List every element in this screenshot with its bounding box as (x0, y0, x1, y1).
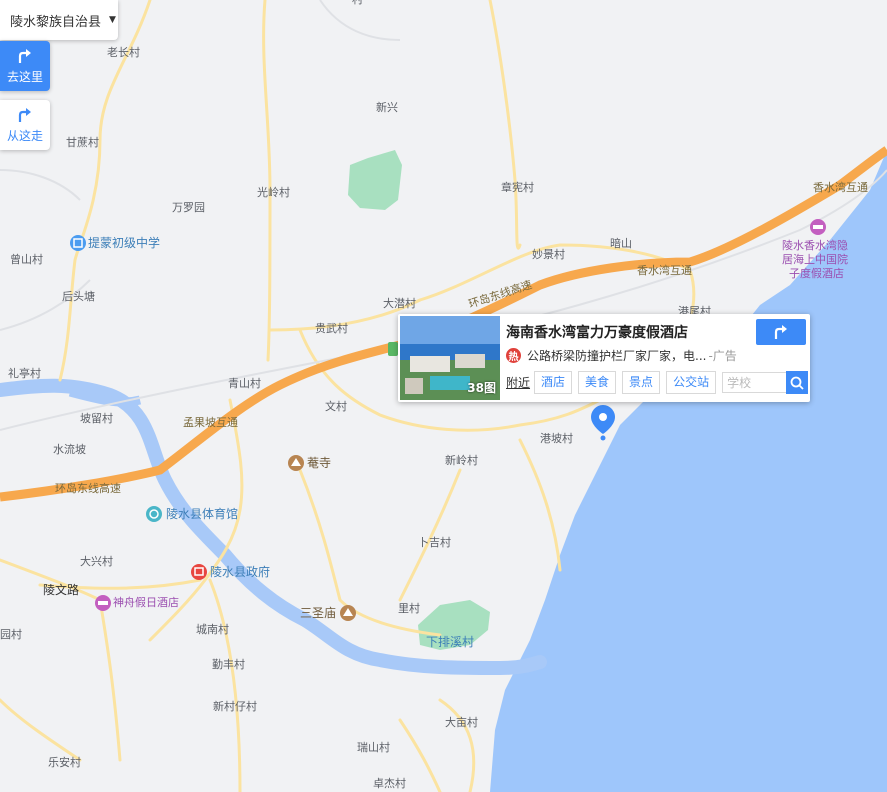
svg-text:曾山村: 曾山村 (10, 252, 43, 266)
svg-text:水流坡: 水流坡 (53, 442, 86, 456)
svg-text:乐安村: 乐安村 (48, 755, 81, 769)
svg-text:妙景村: 妙景村 (532, 247, 565, 261)
svg-text:章宪村: 章宪村 (501, 180, 534, 194)
svg-text:新岭村: 新岭村 (445, 453, 478, 467)
svg-text:子度假酒店: 子度假酒店 (789, 266, 844, 280)
chip-bus-stop[interactable]: 公交站 (666, 371, 717, 394)
go-here-button[interactable]: 去这里 (0, 41, 50, 91)
svg-text:园村: 园村 (0, 627, 22, 641)
svg-text:万罗园: 万罗园 (172, 201, 205, 214)
nearby-links: 附近 酒店 美食 景点 公交站 (506, 371, 809, 394)
temple-icon[interactable] (340, 605, 356, 621)
svg-text:神舟假日酒店: 神舟假日酒店 (113, 595, 179, 609)
svg-text:新村仔村: 新村仔村 (213, 699, 257, 713)
svg-text:后头塘: 后头塘 (62, 289, 95, 303)
route-turn-icon (18, 49, 31, 63)
svg-text:陵水香水湾隐: 陵水香水湾隐 (782, 238, 848, 252)
svg-text:大兴村: 大兴村 (80, 554, 113, 568)
place-info-popup: 38图 海南香水湾富力万豪度假酒店 热 公路桥梁防撞护栏厂家厂家，电... -广… (398, 314, 810, 402)
chip-food[interactable]: 美食 (578, 371, 617, 394)
svg-text:居海上中国院: 居海上中国院 (782, 252, 848, 266)
route-turn-icon (18, 108, 31, 122)
route-turn-icon (774, 325, 787, 339)
school-icon[interactable] (70, 235, 86, 251)
from-here-button[interactable]: 从这走 (0, 100, 50, 150)
svg-text:礼亭村: 礼亭村 (8, 366, 41, 380)
chip-hotel[interactable]: 酒店 (534, 371, 573, 394)
ad-text[interactable]: 公路桥梁防撞护栏厂家厂家，电... (527, 347, 706, 364)
svg-text:卜吉村: 卜吉村 (418, 535, 451, 549)
place-photo[interactable]: 38图 (400, 316, 500, 400)
svg-text:甘蔗村: 甘蔗村 (66, 135, 99, 149)
nearby-search-input[interactable] (722, 372, 787, 393)
svg-text:香水湾互通: 香水湾互通 (813, 180, 868, 194)
region-name: 陵水黎族自治县 (10, 14, 102, 30)
svg-text:香水湾互通: 香水湾互通 (637, 263, 692, 277)
hotel-icon[interactable] (810, 219, 826, 235)
svg-text:卓杰村: 卓杰村 (373, 776, 406, 790)
from-here-label: 从这走 (6, 129, 43, 143)
search-button[interactable] (786, 371, 809, 394)
svg-text:瑞山村: 瑞山村 (357, 740, 390, 754)
svg-text:菴寺: 菴寺 (307, 456, 331, 470)
place-title: 海南香水湾富力万豪度假酒店 (506, 325, 688, 341)
temple-icon[interactable] (288, 455, 304, 471)
svg-text:村: 村 (352, 0, 363, 6)
svg-text:环岛东线高速: 环岛东线高速 (55, 481, 121, 495)
ad-tag: -广告 (708, 349, 737, 363)
svg-text:勤丰村: 勤丰村 (212, 657, 245, 671)
svg-text:大潜村: 大潜村 (383, 296, 416, 310)
svg-text:陵文路: 陵文路 (43, 582, 79, 597)
svg-text:老长村: 老长村 (107, 45, 140, 59)
svg-text:大亩村: 大亩村 (445, 715, 478, 729)
svg-text:坡留村: 坡留村 (80, 411, 113, 425)
svg-text:城南村: 城南村 (196, 622, 229, 636)
svg-text:陵水县体育馆: 陵水县体育馆 (166, 506, 238, 521)
svg-text:里村: 里村 (398, 601, 420, 615)
svg-text:暗山: 暗山 (610, 236, 632, 250)
route-button[interactable] (756, 319, 806, 345)
svg-text:下排溪村: 下排溪村 (426, 635, 474, 649)
search-icon (790, 376, 804, 390)
svg-text:光岭村: 光岭村 (257, 185, 290, 199)
hot-icon: 热 (506, 348, 521, 363)
photo-count: 38图 (467, 381, 496, 395)
region-selector[interactable]: 陵水黎族自治县 ▼ (0, 0, 118, 40)
nearby-link[interactable]: 附近 (506, 374, 530, 391)
svg-text:港坡村: 港坡村 (540, 431, 573, 445)
go-here-label: 去这里 (6, 70, 43, 84)
svg-text:提蒙初级中学: 提蒙初级中学 (88, 235, 160, 250)
hotel-icon[interactable] (95, 595, 111, 611)
svg-text:贵武村: 贵武村 (315, 321, 348, 335)
svg-text:文村: 文村 (325, 399, 347, 413)
svg-text:陵水县政府: 陵水县政府 (210, 564, 270, 579)
chevron-down-icon: ▼ (109, 15, 116, 25)
svg-text:孟果坡互通: 孟果坡互通 (183, 416, 238, 429)
ad-row[interactable]: 热 公路桥梁防撞护栏厂家厂家，电... -广告 (506, 347, 737, 364)
svg-text:三圣庙: 三圣庙 (300, 606, 336, 620)
svg-text:新兴: 新兴 (376, 100, 398, 114)
chip-scenic[interactable]: 景点 (622, 371, 661, 394)
government-icon[interactable] (191, 564, 207, 580)
svg-text:青山村: 青山村 (228, 376, 261, 390)
stadium-icon[interactable] (146, 506, 162, 522)
highway-entrance-icon (388, 342, 398, 356)
